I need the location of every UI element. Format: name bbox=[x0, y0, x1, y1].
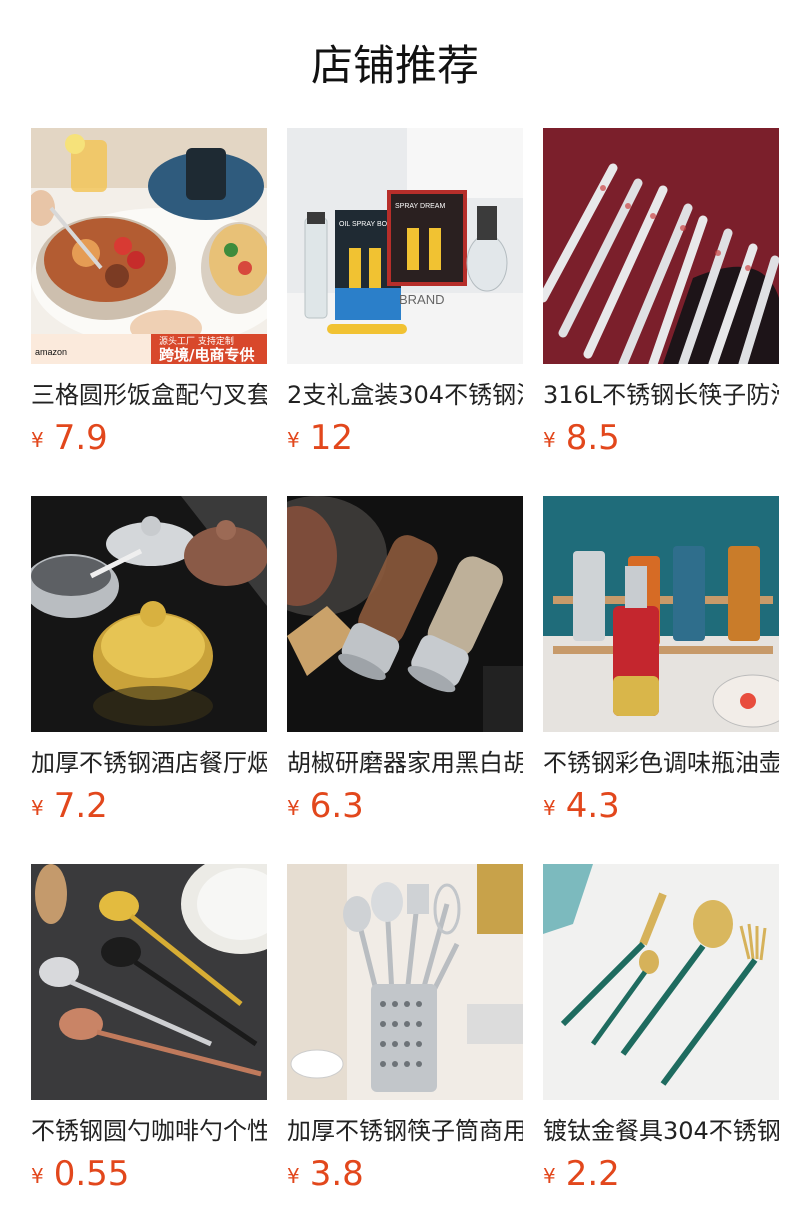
price-value: 12 bbox=[309, 418, 353, 458]
brand-label: amazon bbox=[35, 347, 67, 357]
cutlery-set-image[interactable] bbox=[543, 864, 779, 1100]
price-value: 8.5 bbox=[565, 418, 620, 458]
product-price: ¥0.55 bbox=[31, 1152, 267, 1196]
currency-symbol: ¥ bbox=[543, 428, 556, 452]
product-price: ¥6.3 bbox=[287, 784, 523, 828]
currency-symbol: ¥ bbox=[287, 796, 300, 820]
product-card[interactable]: 加厚不锈钢筷子筒商用沥水 ¥3.8 bbox=[287, 864, 523, 1232]
product-price: ¥2.2 bbox=[543, 1152, 779, 1196]
spoons-image[interactable] bbox=[31, 864, 267, 1100]
price-value: 7.2 bbox=[53, 786, 108, 826]
price-value: 6.3 bbox=[309, 786, 364, 826]
product-card[interactable]: 不锈钢彩色调味瓶油壶套装 ¥4.3 bbox=[543, 496, 779, 864]
product-price: ¥12 bbox=[287, 416, 523, 460]
product-price: ¥7.9 bbox=[31, 416, 267, 460]
svg-text:SPRAY DREAM: SPRAY DREAM bbox=[395, 203, 445, 210]
svg-text:BRAND: BRAND bbox=[399, 292, 445, 307]
currency-symbol: ¥ bbox=[287, 428, 300, 452]
utensil-holder-image[interactable] bbox=[287, 864, 523, 1100]
currency-symbol: ¥ bbox=[31, 1164, 44, 1188]
product-name[interactable]: 不锈钢圆勺咖啡勺个性创意 bbox=[31, 1114, 267, 1148]
chopsticks-image[interactable] bbox=[543, 128, 779, 364]
product-name[interactable]: 316L不锈钢长筷子防滑防霉 bbox=[543, 378, 779, 412]
price-value: 4.3 bbox=[565, 786, 620, 826]
oil-spray-bottle-image[interactable]: OIL SPRAY BOTTLE SPRAY DREAM BRAND bbox=[287, 128, 523, 364]
product-card[interactable]: amazon 源头工厂 支持定制 跨境/电商专供 三格圆形饭盒配勺叉套装 ¥7.… bbox=[31, 128, 267, 496]
svg-text:跨境/电商专供: 跨境/电商专供 bbox=[159, 346, 254, 364]
product-name[interactable]: 加厚不锈钢酒店餐厅烟灰缸 bbox=[31, 746, 267, 780]
product-price: ¥8.5 bbox=[543, 416, 779, 460]
product-name[interactable]: 不锈钢彩色调味瓶油壶套装 bbox=[543, 746, 779, 780]
product-card[interactable]: OIL SPRAY BOTTLE SPRAY DREAM BRAND 2支礼盒装… bbox=[287, 128, 523, 496]
price-value: 0.55 bbox=[53, 1154, 130, 1194]
product-grid: amazon 源头工厂 支持定制 跨境/电商专供 三格圆形饭盒配勺叉套装 ¥7.… bbox=[31, 128, 779, 1232]
product-name[interactable]: 三格圆形饭盒配勺叉套装 bbox=[31, 378, 267, 412]
currency-symbol: ¥ bbox=[543, 796, 556, 820]
currency-symbol: ¥ bbox=[31, 428, 44, 452]
product-name[interactable]: 加厚不锈钢筷子筒商用沥水 bbox=[287, 1114, 523, 1148]
pepper-grinder-image[interactable] bbox=[287, 496, 523, 732]
product-card[interactable]: 胡椒研磨器家用黑白胡椒粉 ¥6.3 bbox=[287, 496, 523, 864]
price-value: 2.2 bbox=[565, 1154, 620, 1194]
product-card[interactable]: 镀钛金餐具304不锈钢刀叉勺 ¥2.2 bbox=[543, 864, 779, 1232]
price-value: 3.8 bbox=[309, 1154, 364, 1194]
product-price: ¥3.8 bbox=[287, 1152, 523, 1196]
lunch-box-image[interactable]: amazon 源头工厂 支持定制 跨境/电商专供 bbox=[31, 128, 267, 364]
currency-symbol: ¥ bbox=[287, 1164, 300, 1188]
product-name[interactable]: 2支礼盒装304不锈钢油壶 bbox=[287, 378, 523, 412]
product-name[interactable]: 镀钛金餐具304不锈钢刀叉勺 bbox=[543, 1114, 779, 1148]
price-value: 7.9 bbox=[53, 418, 108, 458]
page-title: 店铺推荐 bbox=[310, 41, 479, 90]
currency-symbol: ¥ bbox=[31, 796, 44, 820]
product-price: ¥4.3 bbox=[543, 784, 779, 828]
product-card[interactable]: 不锈钢圆勺咖啡勺个性创意 ¥0.55 bbox=[31, 864, 267, 1232]
oil-bottle-image[interactable] bbox=[543, 496, 779, 732]
product-card[interactable]: 316L不锈钢长筷子防滑防霉 ¥8.5 bbox=[543, 128, 779, 496]
currency-symbol: ¥ bbox=[543, 1164, 556, 1188]
product-card[interactable]: 加厚不锈钢酒店餐厅烟灰缸 ¥7.2 bbox=[31, 496, 267, 864]
product-price: ¥7.2 bbox=[31, 784, 267, 828]
ashtray-image[interactable] bbox=[31, 496, 267, 732]
product-name[interactable]: 胡椒研磨器家用黑白胡椒粉 bbox=[287, 746, 523, 780]
